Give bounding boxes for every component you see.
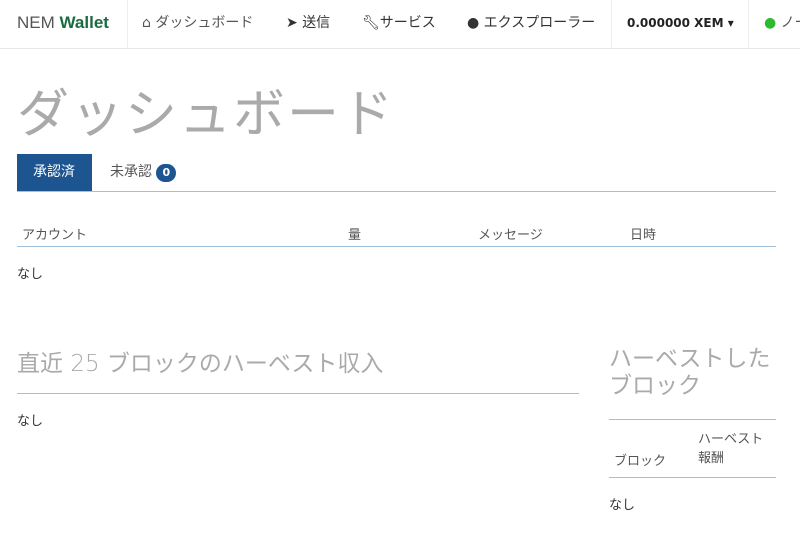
nav-send[interactable]: ➤ 送信 [286,0,330,48]
nav-dashboard-label: ダッシュボード [155,15,254,31]
col-amount: 量 [348,228,362,243]
divider [609,419,776,420]
divider [609,477,776,478]
t: ブロックのハーベスト収入 [106,351,384,377]
node-status[interactable]: ● ノー [764,0,800,48]
divider [127,0,128,48]
col-date: 日時 [630,228,657,243]
tab-unconfirmed[interactable]: 未承認 0 [94,154,192,191]
empty-text: なし [609,498,636,513]
tab-confirmed[interactable]: 承認済 [17,154,92,191]
divider [748,0,749,48]
t-num: 25 [70,351,100,377]
col-reward: ハーベスト報酬 [698,432,764,466]
brand-nem: NEM [17,13,55,32]
tabs: 承認済 未承認 0 [17,154,776,192]
col-message: メッセージ [478,228,543,243]
nav-explorer-label: エクスプローラー [483,15,596,31]
globe-icon: ● [467,15,480,31]
balance-value: 0.000000 XEM [627,16,724,30]
empty-text: なし [17,414,44,429]
harvested-blocks-title: ハーベストした ブロック [609,346,771,399]
divider [17,246,776,247]
nav-services-label: サービス [379,15,436,31]
tab-label: 承認済 [33,164,75,180]
t: 直近 [17,351,63,377]
count-badge: 0 [156,164,177,182]
brand-logo[interactable]: NEM Wallet [17,0,109,48]
nav-services[interactable]: 🔧︎サービス [362,0,436,48]
paper-plane-icon: ➤ [286,15,298,31]
caret-down-icon: ▾ [727,16,734,30]
page-title: ダッシュボード [17,85,396,145]
divider [611,0,612,48]
tab-label: 未承認 [110,164,152,180]
nav-dashboard[interactable]: ⌂ ダッシュボード [142,0,253,48]
divider [17,393,579,394]
nav-send-label: 送信 [302,15,331,31]
nav-explorer[interactable]: ● エクスプローラー [467,0,595,48]
brand-wallet: Wallet [59,13,109,32]
navbar: NEM Wallet ⌂ ダッシュボード ➤ 送信 🔧︎サービス ● エクスプロ… [0,0,800,49]
status-dot-icon: ● [764,15,777,31]
balance-dropdown[interactable]: 0.000000 XEM ▾ [627,0,734,48]
col-account: アカウント [22,228,88,243]
wrench-icon: 🔧︎ [362,15,380,31]
col-block: ブロック [614,454,667,469]
harvest-income-title: 直近 25 ブロックのハーベスト収入 [17,344,383,378]
home-icon: ⌂ [142,15,151,31]
empty-text: なし [17,267,44,282]
node-label: ノー [780,15,800,31]
